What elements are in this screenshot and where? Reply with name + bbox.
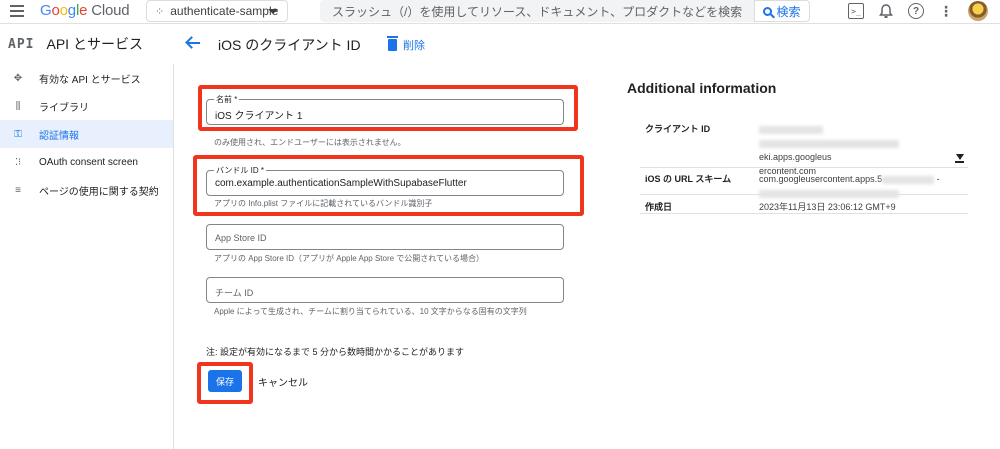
page-header: iOS のクライアント ID 削除 (174, 24, 1000, 64)
created-value: 2023年11月13日 23:06:12 GMT+9 (759, 202, 896, 212)
app-store-id-placeholder: App Store ID (215, 233, 267, 243)
client-id-row: クライアント ID eki.apps.googleus ercontent.co… (640, 118, 968, 176)
highlight-box (198, 85, 578, 131)
top-bar: Google Cloud ⁘ authenticate-sample スラッシュ（… (0, 0, 1000, 24)
additional-info-title: Additional information (627, 80, 777, 96)
bell-icon[interactable] (878, 3, 894, 19)
google-cloud-logo[interactable]: Google Cloud (40, 2, 130, 19)
team-id-field[interactable]: チーム ID (206, 277, 564, 303)
api-logo: API (8, 36, 35, 52)
highlight-box (193, 155, 584, 216)
sidebar-item-page-usage[interactable]: ≡ ページの使用に関する契約 (0, 176, 173, 204)
team-id-hint: Apple によって生成され、チームに割り当てられている、10 文字からなる固有… (214, 307, 527, 316)
more-vert-icon[interactable]: ⋮ (938, 3, 954, 19)
menu-icon[interactable] (10, 5, 24, 17)
api-icon: ✥ (13, 72, 23, 84)
search-input[interactable]: スラッシュ（/）を使用してリソース、ドキュメント、プロダクトなどを検索 (320, 0, 754, 22)
search-icon (763, 6, 773, 16)
cancel-button[interactable]: キャンセル (258, 374, 308, 389)
settings-icon: ≡ (15, 184, 21, 196)
project-name: authenticate-sample (170, 4, 279, 18)
sidebar-item-library[interactable]: ⫼ ライブラリ (0, 92, 173, 120)
sidebar-item-oauth-consent[interactable]: ⁚⁝ OAuth consent screen (0, 148, 173, 176)
terminal-icon[interactable]: >_ (848, 3, 864, 19)
consent-icon: ⁚⁝ (14, 156, 22, 168)
library-icon: ⫼ (15, 100, 21, 112)
trash-icon (387, 36, 398, 51)
propagation-note: 注: 設定が有効になるまで 5 分から数時間かかることがあります (206, 347, 465, 357)
team-id-placeholder: チーム ID (215, 288, 254, 298)
project-icon: ⁘ (155, 5, 165, 18)
url-scheme-text: com.googleusercontent.apps.5 (759, 174, 883, 184)
url-scheme-row: iOS の URL スキーム com.googleusercontent.app… (640, 168, 968, 198)
search-button[interactable]: 検索 (754, 0, 810, 22)
download-icon[interactable] (955, 154, 964, 163)
back-arrow-icon[interactable] (185, 36, 200, 50)
sidebar-item-label: OAuth consent screen (39, 156, 138, 168)
client-id-key: クライアント ID (645, 124, 711, 134)
created-row: 作成日 2023年11月13日 23:06:12 GMT+9 (640, 196, 968, 214)
key-icon: ⚿ (14, 128, 22, 140)
sidebar-item-label: 有効な API とサービス (39, 74, 141, 86)
app-store-id-field[interactable]: App Store ID (206, 224, 564, 250)
created-key: 作成日 (645, 202, 673, 212)
search-placeholder: スラッシュ（/）を使用してリソース、ドキュメント、プロダクトなどを検索 (332, 4, 743, 19)
project-selector[interactable]: ⁘ authenticate-sample (146, 0, 288, 22)
sidebar: ✥ 有効な API とサービス ⫼ ライブラリ ⚿ 認証情報 ⁚⁝ OAuth … (0, 64, 174, 449)
caret-down-icon (268, 9, 278, 14)
highlight-box (197, 362, 253, 404)
api-services-title: API とサービス (46, 36, 143, 52)
help-icon[interactable]: ? (908, 3, 924, 19)
avatar[interactable] (968, 1, 988, 21)
name-hint: のみ使用され、エンドユーザーには表示されません。 (214, 138, 406, 147)
page-title: iOS のクライアント ID (218, 37, 361, 53)
sidebar-item-label: ページの使用に関する契約 (39, 186, 159, 198)
sidebar-item-label: 認証情報 (39, 130, 79, 142)
search-button-label: 検索 (776, 4, 801, 19)
delete-label: 削除 (403, 40, 425, 52)
delete-button[interactable]: 削除 (387, 36, 425, 53)
sidebar-item-credentials[interactable]: ⚿ 認証情報 (0, 120, 173, 148)
app-store-id-hint: アプリの App Store ID（アプリが Apple App Store で… (214, 254, 485, 263)
sidebar-item-enabled-apis[interactable]: ✥ 有効な API とサービス (0, 64, 173, 92)
client-id-part1: eki.apps.googleus (759, 152, 832, 162)
sidebar-item-label: ライブラリ (39, 102, 89, 114)
url-scheme-key: iOS の URL スキーム (645, 174, 732, 184)
api-services-header: API API とサービス (0, 24, 174, 64)
